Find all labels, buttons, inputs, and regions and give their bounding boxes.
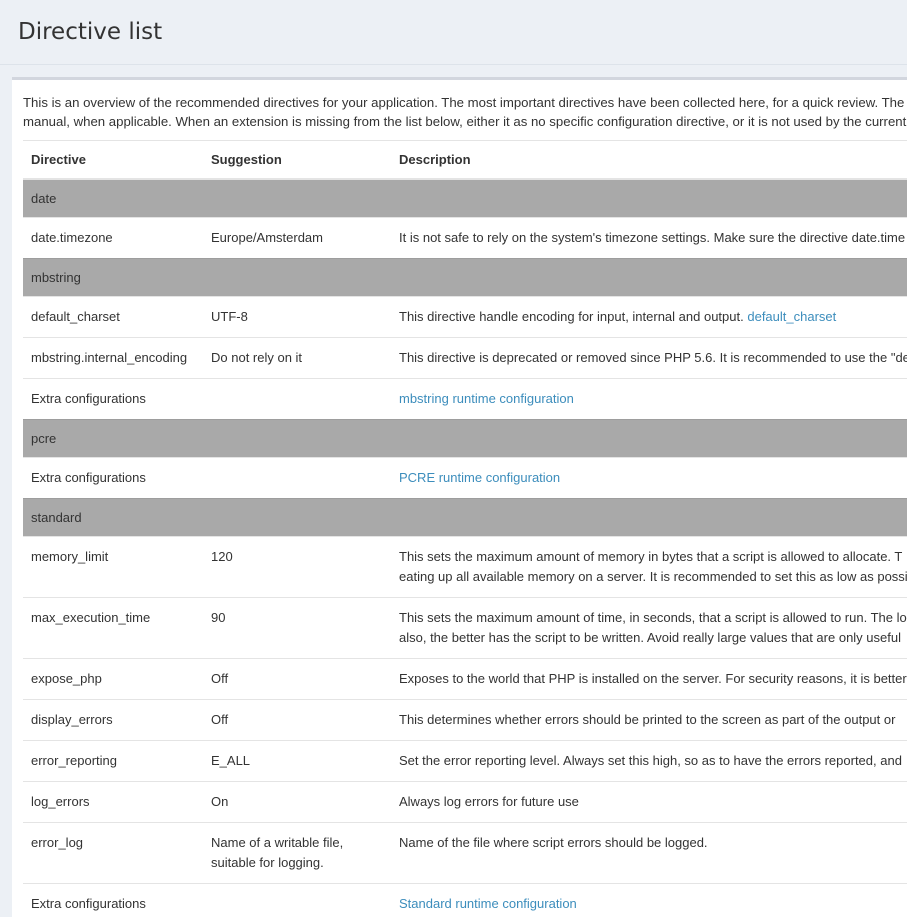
group-label: date <box>23 179 907 218</box>
group-label: standard <box>23 499 907 537</box>
directive-description: Always log errors for future use <box>391 782 907 823</box>
directive-description: Set the error reporting level. Always se… <box>391 741 907 782</box>
directive-suggestion: E_ALL <box>203 741 391 782</box>
pcre-runtime-config-link[interactable]: PCRE runtime configuration <box>399 470 560 485</box>
directive-name: expose_php <box>23 659 203 700</box>
group-label: pcre <box>23 420 907 458</box>
default-charset-link[interactable]: default_charset <box>747 309 836 324</box>
directive-suggestion <box>203 458 391 499</box>
directive-name: date.timezone <box>23 218 203 259</box>
table-row: default_charset UTF-8 This directive han… <box>23 297 907 338</box>
group-row-date: date <box>23 179 907 218</box>
table-row: max_execution_time 90 This sets the maxi… <box>23 598 907 659</box>
directive-name: max_execution_time <box>23 598 203 659</box>
intro-text: This is an overview of the recommended d… <box>23 93 907 131</box>
header-directive: Directive <box>23 141 203 180</box>
group-row-mbstring: mbstring <box>23 259 907 297</box>
directive-suggestion: UTF-8 <box>203 297 391 338</box>
table-row: error_log Name of a writable file, suita… <box>23 823 907 884</box>
directive-name: default_charset <box>23 297 203 338</box>
intro-line-1: This is an overview of the recommended d… <box>23 93 907 112</box>
table-row: memory_limit 120 This sets the maximum a… <box>23 537 907 598</box>
directive-description: This sets the maximum amount of memory i… <box>391 537 907 598</box>
directive-name: error_log <box>23 823 203 884</box>
group-label: mbstring <box>23 259 907 297</box>
directive-suggestion: 90 <box>203 598 391 659</box>
directive-description: Name of the file where script errors sho… <box>391 823 907 884</box>
directive-description: This determines whether errors should be… <box>391 700 907 741</box>
header-description: Description <box>391 141 907 180</box>
directive-description: This directive is deprecated or removed … <box>391 338 907 379</box>
table-row: expose_php Off Exposes to the world that… <box>23 659 907 700</box>
directive-box: This is an overview of the recommended d… <box>12 77 907 917</box>
directive-suggestion <box>203 379 391 420</box>
directive-name: display_errors <box>23 700 203 741</box>
table-row: error_reporting E_ALL Set the error repo… <box>23 741 907 782</box>
directive-suggestion: Off <box>203 700 391 741</box>
standard-runtime-config-link[interactable]: Standard runtime configuration <box>399 896 577 911</box>
intro-line-2: manual, when applicable. When an extensi… <box>23 112 907 131</box>
directive-name: Extra configurations <box>23 379 203 420</box>
table-row: Extra configurations Standard runtime co… <box>23 884 907 917</box>
table-row: Extra configurations mbstring runtime co… <box>23 379 907 420</box>
directive-table: Directive Suggestion Description date da… <box>23 140 907 917</box>
page-header: Directive list <box>0 0 907 64</box>
directive-suggestion: 120 <box>203 537 391 598</box>
directive-suggestion <box>203 884 391 917</box>
directive-name: mbstring.internal_encoding <box>23 338 203 379</box>
table-row: mbstring.internal_encoding Do not rely o… <box>23 338 907 379</box>
mbstring-runtime-config-link[interactable]: mbstring runtime configuration <box>399 391 574 406</box>
table-header-row: Directive Suggestion Description <box>23 141 907 180</box>
table-row: Extra configurations PCRE runtime config… <box>23 458 907 499</box>
directive-description: PCRE runtime configuration <box>391 458 907 499</box>
directive-description: Exposes to the world that PHP is install… <box>391 659 907 700</box>
directive-suggestion: Name of a writable file, suitable for lo… <box>203 823 391 884</box>
directive-suggestion: Europe/Amsterdam <box>203 218 391 259</box>
directive-name: log_errors <box>23 782 203 823</box>
page-title: Directive list <box>18 19 162 45</box>
directive-suggestion: On <box>203 782 391 823</box>
table-row: date.timezone Europe/Amsterdam It is not… <box>23 218 907 259</box>
directive-description: It is not safe to rely on the system's t… <box>391 218 907 259</box>
directive-description: This directive handle encoding for input… <box>391 297 907 338</box>
directive-name: Extra configurations <box>23 884 203 917</box>
directive-description: Standard runtime configuration <box>391 884 907 917</box>
directive-description: mbstring runtime configuration <box>391 379 907 420</box>
group-row-pcre: pcre <box>23 420 907 458</box>
group-row-standard: standard <box>23 499 907 537</box>
directive-description: This sets the maximum amount of time, in… <box>391 598 907 659</box>
header-divider <box>0 64 907 65</box>
directive-name: memory_limit <box>23 537 203 598</box>
table-row: log_errors On Always log errors for futu… <box>23 782 907 823</box>
directive-suggestion: Do not rely on it <box>203 338 391 379</box>
directive-suggestion: Off <box>203 659 391 700</box>
header-suggestion: Suggestion <box>203 141 391 180</box>
directive-name: Extra configurations <box>23 458 203 499</box>
directive-name: error_reporting <box>23 741 203 782</box>
table-row: display_errors Off This determines wheth… <box>23 700 907 741</box>
